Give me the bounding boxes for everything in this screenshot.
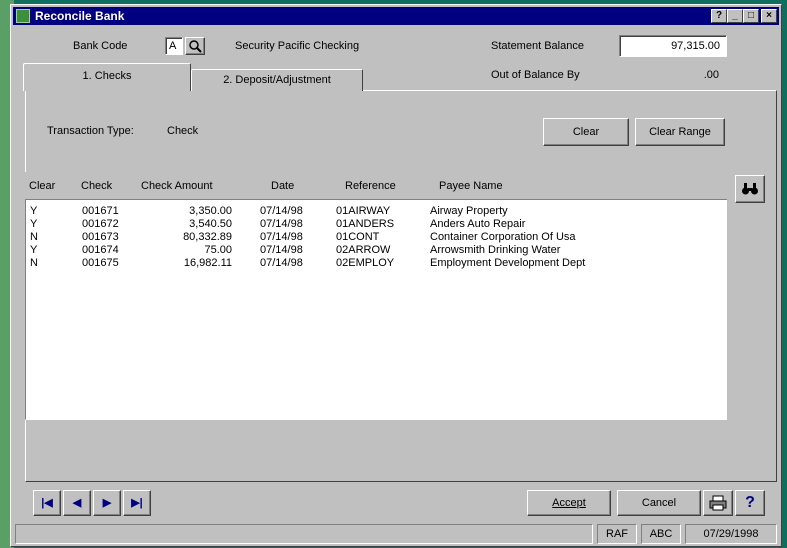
transaction-type-label: Transaction Type: bbox=[47, 125, 134, 137]
reconcile-bank-window: Reconcile Bank ? _ □ × Bank Code A Secur… bbox=[10, 4, 782, 547]
table-row[interactable]: Y 001671 3,350.00 07/14/98 01AIRWAY Airway Pr… bbox=[26, 205, 726, 218]
checks-list-header: Clear Check Check Amount Date Reference … bbox=[25, 172, 727, 200]
cell-check: 001674 bbox=[82, 244, 119, 256]
status-message-pane bbox=[15, 524, 593, 544]
cell-check: 001672 bbox=[82, 218, 119, 230]
col-header-clear[interactable]: Clear bbox=[29, 180, 55, 192]
cell-date: 07/14/98 bbox=[260, 244, 303, 256]
status-company: ABC bbox=[641, 524, 681, 544]
status-user: RAF bbox=[597, 524, 637, 544]
bank-code-lookup-button[interactable] bbox=[185, 37, 205, 55]
table-row[interactable]: N 001673 80,332.89 07/14/98 01CONT Container … bbox=[26, 231, 726, 244]
table-row[interactable]: Y 001672 3,540.50 07/14/98 01ANDERS Anders Au… bbox=[26, 218, 726, 231]
find-button[interactable] bbox=[735, 175, 765, 203]
last-record-button[interactable]: ▶| bbox=[123, 490, 151, 516]
col-header-check[interactable]: Check bbox=[81, 180, 112, 192]
table-row[interactable]: Y 001674 75.00 07/14/98 02ARROW Arrowsmith Dr… bbox=[26, 244, 726, 257]
clear-button[interactable]: Clear bbox=[543, 118, 629, 146]
out-of-balance-value: .00 bbox=[703, 69, 719, 81]
next-record-button[interactable]: ▶ bbox=[93, 490, 121, 516]
cell-reference: 01CONT bbox=[336, 231, 380, 243]
previous-record-button[interactable]: ◀ bbox=[63, 490, 91, 516]
app-icon bbox=[16, 9, 30, 23]
col-header-payee[interactable]: Payee Name bbox=[439, 180, 503, 192]
bank-name: Security Pacific Checking bbox=[235, 40, 360, 52]
clear-range-button[interactable]: Clear Range bbox=[635, 118, 725, 146]
cell-clear: N bbox=[30, 231, 38, 243]
accept-button[interactable]: Accept bbox=[527, 490, 611, 516]
first-record-button[interactable]: |◀ bbox=[33, 490, 61, 516]
cell-clear: Y bbox=[30, 218, 38, 230]
cell-check: 001673 bbox=[82, 231, 119, 243]
col-header-date[interactable]: Date bbox=[271, 180, 294, 192]
tab-checks-label: 1. Checks bbox=[82, 70, 132, 82]
cell-clear: N bbox=[30, 257, 38, 269]
checks-list[interactable]: Y 001671 3,350.00 07/14/98 01AIRWAY Airway Pr… bbox=[25, 172, 727, 420]
cell-amount: 16,982.11 bbox=[183, 257, 232, 269]
cell-reference: 02EMPLOY bbox=[336, 257, 395, 269]
cell-reference: 01AIRWAY bbox=[336, 205, 391, 217]
bank-code-input[interactable]: A bbox=[165, 37, 183, 55]
cancel-button[interactable]: Cancel bbox=[617, 490, 701, 516]
cell-payee: Anders Auto Repair bbox=[430, 218, 526, 230]
cell-check: 001675 bbox=[82, 257, 119, 269]
maximize-button[interactable]: □ bbox=[743, 9, 759, 23]
statement-balance-label: Statement Balance bbox=[491, 40, 584, 52]
bank-code-label: Bank Code bbox=[73, 40, 128, 52]
bank-code-value: A bbox=[169, 40, 177, 52]
table-row[interactable]: N 001675 16,982.11 07/14/98 02EMPLOY Employme… bbox=[26, 257, 726, 270]
statement-balance-value: 97,315.00 bbox=[671, 40, 720, 52]
close-button[interactable]: × bbox=[761, 9, 777, 23]
cell-payee: Employment Development Dept bbox=[430, 257, 586, 269]
binoculars-icon bbox=[742, 183, 758, 195]
print-button[interactable] bbox=[703, 490, 733, 516]
cell-clear: Y bbox=[30, 205, 38, 217]
window-title: Reconcile Bank bbox=[35, 9, 125, 23]
cell-reference: 01ANDERS bbox=[336, 218, 395, 230]
help-button[interactable]: ? bbox=[735, 490, 765, 516]
printer-icon bbox=[709, 495, 727, 511]
cell-payee: Airway Property bbox=[430, 205, 508, 217]
minimize-button[interactable]: _ bbox=[727, 9, 743, 23]
tab-deposit-label: 2. Deposit/Adjustment bbox=[223, 74, 331, 86]
col-header-reference[interactable]: Reference bbox=[345, 180, 396, 192]
cell-amount: 3,350.00 bbox=[189, 205, 232, 217]
transaction-type-value: Check bbox=[167, 125, 199, 137]
tab-checks[interactable]: 1. Checks bbox=[23, 63, 191, 91]
title-bar[interactable]: Reconcile Bank ? _ □ × bbox=[13, 7, 779, 25]
cell-amount: 3,540.50 bbox=[189, 218, 232, 230]
cell-amount: 80,332.89 bbox=[183, 231, 232, 243]
cell-amount: 75.00 bbox=[204, 244, 232, 256]
cell-date: 07/14/98 bbox=[260, 205, 303, 217]
out-of-balance-label: Out of Balance By bbox=[491, 69, 580, 81]
cell-clear: Y bbox=[30, 244, 38, 256]
cell-check: 001671 bbox=[82, 205, 119, 217]
cell-date: 07/14/98 bbox=[260, 218, 303, 230]
status-date: 07/29/1998 bbox=[685, 524, 777, 544]
status-bar: RAF ABC 07/29/1998 bbox=[15, 524, 777, 544]
cell-payee: Arrowsmith Drinking Water bbox=[430, 244, 561, 256]
cell-date: 07/14/98 bbox=[260, 231, 303, 243]
magnifier-icon bbox=[189, 40, 202, 53]
col-header-amount[interactable]: Check Amount bbox=[141, 180, 213, 192]
cell-date: 07/14/98 bbox=[260, 257, 303, 269]
cell-reference: 02ARROW bbox=[336, 244, 391, 256]
statement-balance-input[interactable]: 97,315.00 bbox=[619, 35, 727, 57]
tab-deposit-adjustment[interactable]: 2. Deposit/Adjustment bbox=[191, 69, 363, 91]
cell-payee: Container Corporation Of Usa bbox=[430, 231, 576, 243]
help-title-button[interactable]: ? bbox=[711, 9, 727, 23]
